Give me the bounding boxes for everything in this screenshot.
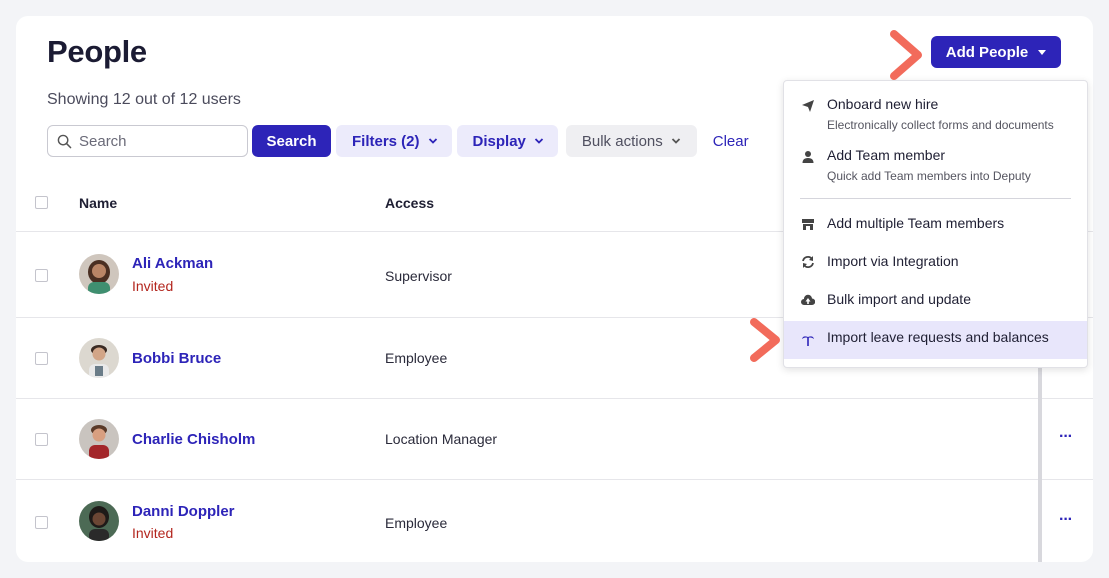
add-people-button[interactable]: Add People [931,36,1061,68]
menu-item-label: Import leave requests and balances [827,329,1049,345]
menu-item-import-leave-requests[interactable]: Import leave requests and balances [784,321,1087,359]
row-checkbox[interactable] [35,516,48,529]
column-header-access: Access [385,195,435,211]
scrollbar[interactable] [1038,366,1042,562]
menu-item-label: Onboard new hire [827,96,939,112]
menu-divider [800,198,1071,199]
column-header-name: Name [79,195,118,211]
caret-down-icon [1038,49,1047,55]
row-checkbox[interactable] [35,269,48,282]
row-actions-button[interactable]: ··· [1059,428,1073,446]
display-button[interactable]: Display [456,125,558,157]
menu-item-add-team-member[interactable]: Add Team member Quick add Team members i… [784,139,1087,193]
palm-tree-icon [802,336,814,346]
access-level: Supervisor [385,268,452,284]
menu-item-label: Import via Integration [827,253,959,269]
pointer-arrow-icon [750,318,780,362]
access-level: Employee [385,515,448,531]
avatar [79,419,119,459]
search-input[interactable] [79,132,239,150]
table-row[interactable]: Danni Doppler Invited Employee ··· [16,480,1093,562]
select-all-checkbox[interactable] [35,196,48,209]
bulk-actions-label: Bulk actions [581,132,663,150]
menu-item-bulk-import-and-update[interactable]: Bulk import and update [784,281,1087,317]
menu-item-add-multiple-team-members[interactable]: Add multiple Team members [784,205,1087,241]
invited-status: Invited [132,278,174,294]
cloud-upload-icon [801,294,815,305]
user-count-text: Showing 12 out of 12 users [47,91,241,108]
user-name-link[interactable]: Danni Doppler [132,503,235,520]
user-name-link[interactable]: Ali Ackman [132,255,213,272]
add-people-label: Add People [945,43,1029,61]
menu-item-description: Electronically collect forms and documen… [827,118,1054,132]
row-checkbox[interactable] [35,352,48,365]
chevron-down-icon [428,138,437,144]
menu-item-description: Quick add Team members into Deputy [827,169,1031,183]
paper-plane-icon [802,100,814,112]
avatar [79,501,119,541]
invited-status: Invited [132,525,174,541]
menu-item-label: Bulk import and update [827,291,971,307]
sync-icon [802,256,814,268]
access-level: Location Manager [385,431,498,447]
access-level: Employee [385,350,448,366]
avatar [79,338,119,378]
search-button[interactable]: Search [252,125,331,157]
store-icon [802,219,814,230]
search-icon [57,134,72,148]
menu-item-label: Add multiple Team members [827,215,1005,231]
person-icon [802,151,814,163]
clear-link[interactable]: Clear [713,133,749,150]
pointer-arrow-icon [890,30,922,80]
menu-item-label: Add Team member [827,147,946,163]
row-checkbox[interactable] [35,433,48,446]
menu-item-import-via-integration[interactable]: Import via Integration [784,243,1087,279]
chevron-down-icon [534,138,544,144]
display-label: Display [472,132,526,150]
filters-button[interactable]: Filters (2) [336,125,452,157]
avatar [79,254,119,294]
user-name-link[interactable]: Charlie Chisholm [132,431,255,448]
user-name-link[interactable]: Bobbi Bruce [132,350,221,367]
bulk-actions-button[interactable]: Bulk actions [565,125,697,157]
search-field[interactable] [47,125,248,157]
row-actions-button[interactable]: ··· [1059,511,1073,529]
toolbar: Search Filters (2) Display Bulk actions … [47,125,749,157]
page-title: People [47,34,147,69]
add-people-menu: Onboard new hire Electronically collect … [783,80,1088,368]
filters-label: Filters (2) [352,132,420,150]
menu-item-onboard-new-hire[interactable]: Onboard new hire Electronically collect … [784,81,1087,139]
chevron-down-icon [671,138,680,144]
table-row[interactable]: Charlie Chisholm Location Manager ··· [16,399,1093,480]
